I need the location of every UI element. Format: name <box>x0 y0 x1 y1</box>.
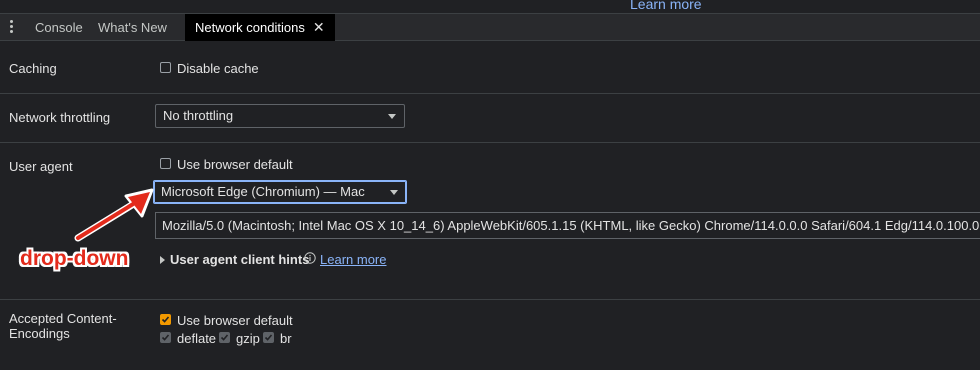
network-throttling-select[interactable]: No throttling <box>155 104 405 128</box>
br-label: br <box>280 331 292 346</box>
tab-network-conditions[interactable]: Network conditions ✕ <box>185 14 335 41</box>
checkmark-icon <box>161 316 170 323</box>
chevron-down-icon <box>390 190 398 195</box>
drop-down-annotation: drop-down <box>20 247 129 270</box>
checkmark-icon <box>220 334 229 341</box>
network-throttling-value: No throttling <box>163 108 234 123</box>
accepted-encodings-label-line1: Accepted Content- <box>9 311 117 326</box>
tab-label: Console <box>35 20 83 35</box>
divider <box>0 299 980 300</box>
chevron-down-icon <box>388 114 396 119</box>
encodings-use-browser-default-label: Use browser default <box>177 313 293 328</box>
gzip-label: gzip <box>236 331 260 346</box>
disable-cache-checkbox[interactable] <box>160 62 171 73</box>
info-icon <box>304 252 316 264</box>
divider <box>0 93 980 94</box>
top-learn-more-link[interactable]: Learn more <box>630 0 702 12</box>
deflate-checkbox[interactable] <box>160 332 171 343</box>
more-options-icon[interactable] <box>9 20 15 34</box>
tab-console[interactable]: Console <box>25 14 93 41</box>
expand-triangle-icon[interactable] <box>160 256 165 264</box>
close-icon[interactable]: ✕ <box>313 19 325 35</box>
network-throttling-label: Network throttling <box>9 110 111 125</box>
annotation-arrow-icon <box>74 188 154 242</box>
tab-label: Network conditions <box>195 20 305 35</box>
checkmark-icon <box>264 334 273 341</box>
user-agent-selected-value: Microsoft Edge (Chromium) — Mac <box>161 184 365 199</box>
tab-label: What's New <box>98 20 167 35</box>
ua-use-browser-default-checkbox[interactable] <box>160 158 171 169</box>
accepted-encodings-label: Accepted Content- Encodings <box>9 311 117 341</box>
accepted-encodings-label-line2: Encodings <box>9 326 70 341</box>
divider <box>0 142 980 143</box>
encodings-use-browser-default-checkbox[interactable] <box>160 314 171 325</box>
disable-cache-label: Disable cache <box>177 61 259 76</box>
tab-whats-new[interactable]: What's New <box>88 14 177 41</box>
user-agent-select[interactable]: Microsoft Edge (Chromium) — Mac <box>153 180 407 204</box>
br-checkbox[interactable] <box>263 332 274 343</box>
ua-client-hints-label[interactable]: User agent client hints <box>170 252 309 267</box>
user-agent-label: User agent <box>9 159 73 174</box>
drawer-tab-bar: Console What's New Network conditions ✕ <box>0 13 980 41</box>
user-agent-string-input[interactable]: Mozilla/5.0 (Macintosh; Intel Mac OS X 1… <box>155 212 980 239</box>
client-hints-learn-more-link[interactable]: Learn more <box>320 252 386 267</box>
top-strip: Learn more <box>0 0 980 13</box>
checkmark-icon <box>161 334 170 341</box>
gzip-checkbox[interactable] <box>219 332 230 343</box>
caching-label: Caching <box>9 61 57 76</box>
deflate-label: deflate <box>177 331 217 346</box>
ua-use-browser-default-label: Use browser default <box>177 157 293 172</box>
